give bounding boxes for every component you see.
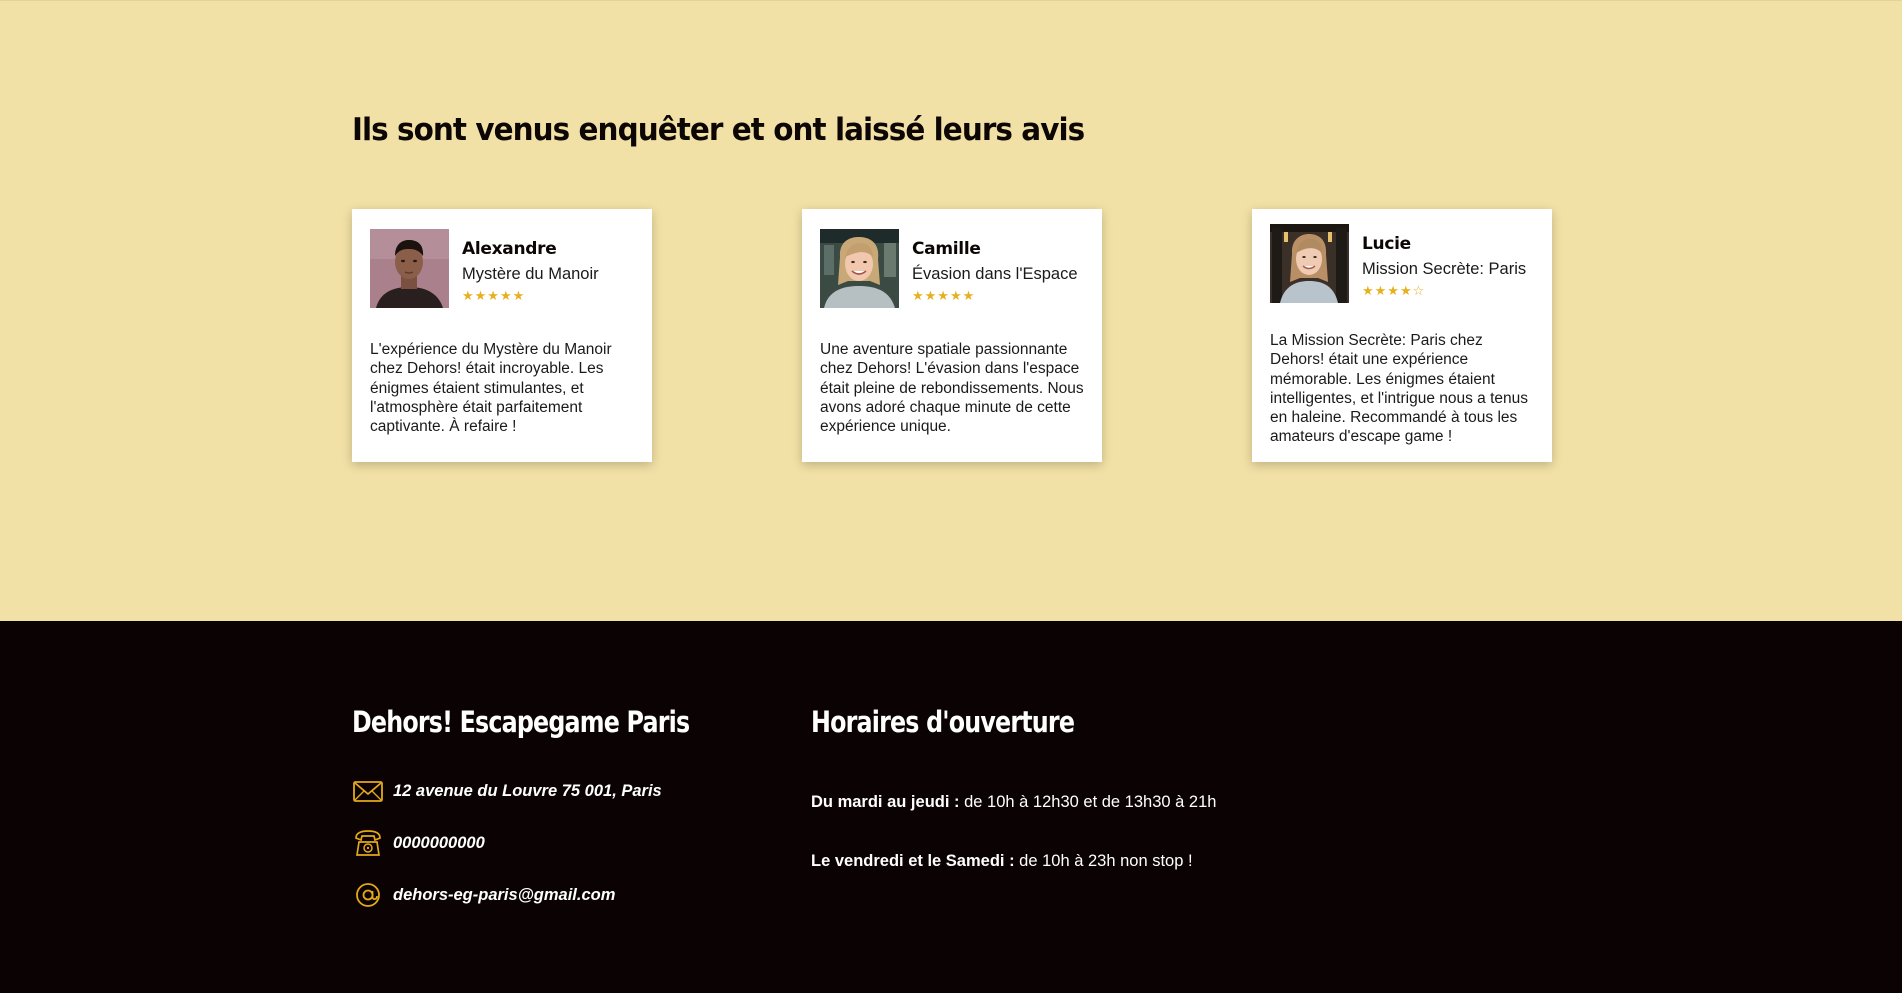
avatar [820, 229, 899, 308]
review-card: Lucie Mission Secrète: Paris ★★★★☆ La Mi… [1252, 209, 1552, 462]
address-text: 12 avenue du Louvre 75 001, Paris [393, 781, 662, 800]
review-card: Alexandre Mystère du Manoir ★★★★★ L'expé… [352, 209, 652, 462]
rating-stars: ★★★★☆ [1362, 283, 1426, 298]
reviews-section: Ils sont venus enquêter et ont laissé le… [0, 0, 1902, 621]
reviewer-name: Alexandre [462, 239, 557, 259]
envelope-icon [352, 776, 384, 806]
email-text[interactable]: dehors-eg-paris@gmail.com [393, 886, 615, 905]
hours-days: Du mardi au jeudi : [811, 793, 960, 811]
company-title: Dehors! Escapegame Paris [352, 705, 690, 739]
phone-icon [352, 828, 384, 858]
footer: Dehors! Escapegame Paris 12 avenue du Lo… [0, 621, 1902, 993]
phone-text: 0000000000 [393, 833, 485, 852]
hours-time: de 10h à 23h non stop ! [1014, 852, 1193, 870]
review-text: L'expérience du Mystère du Manoir chez D… [370, 341, 612, 436]
review-game: Mission Secrète: Paris [1362, 260, 1527, 278]
review-text: La Mission Secrète: Paris chez Dehors! é… [1270, 332, 1529, 446]
address-row: 12 avenue du Louvre 75 001, Paris [352, 776, 662, 806]
phone-row: 0000000000 [352, 828, 485, 858]
reviewer-name: Lucie [1362, 234, 1411, 254]
review-game: Évasion dans l'Espace [912, 265, 1078, 283]
reviews-heading: Ils sont venus enquêter et ont laissé le… [352, 112, 1085, 148]
hours-line: Du mardi au jeudi : de 10h à 12h30 et de… [811, 793, 1216, 812]
review-text: Une aventure spatiale passionnante chez … [820, 341, 1084, 436]
at-sign-icon [352, 880, 384, 910]
hours-days: Le vendredi et le Samedi : [811, 852, 1015, 870]
rating-stars: ★★★★★ [912, 288, 976, 303]
avatar [370, 229, 449, 308]
review-card: Camille Évasion dans l'Espace ★★★★★ Une … [802, 209, 1102, 462]
hours-time: de 10h à 12h30 et de 13h30 à 21h [959, 793, 1217, 811]
avatar [1270, 224, 1349, 303]
rating-stars: ★★★★★ [462, 288, 526, 303]
reviewer-name: Camille [912, 239, 981, 259]
hours-line: Le vendredi et le Samedi : de 10h à 23h … [811, 852, 1193, 871]
review-game: Mystère du Manoir [462, 265, 599, 283]
email-row: dehors-eg-paris@gmail.com [352, 880, 615, 910]
hours-title: Horaires d'ouverture [811, 705, 1075, 739]
